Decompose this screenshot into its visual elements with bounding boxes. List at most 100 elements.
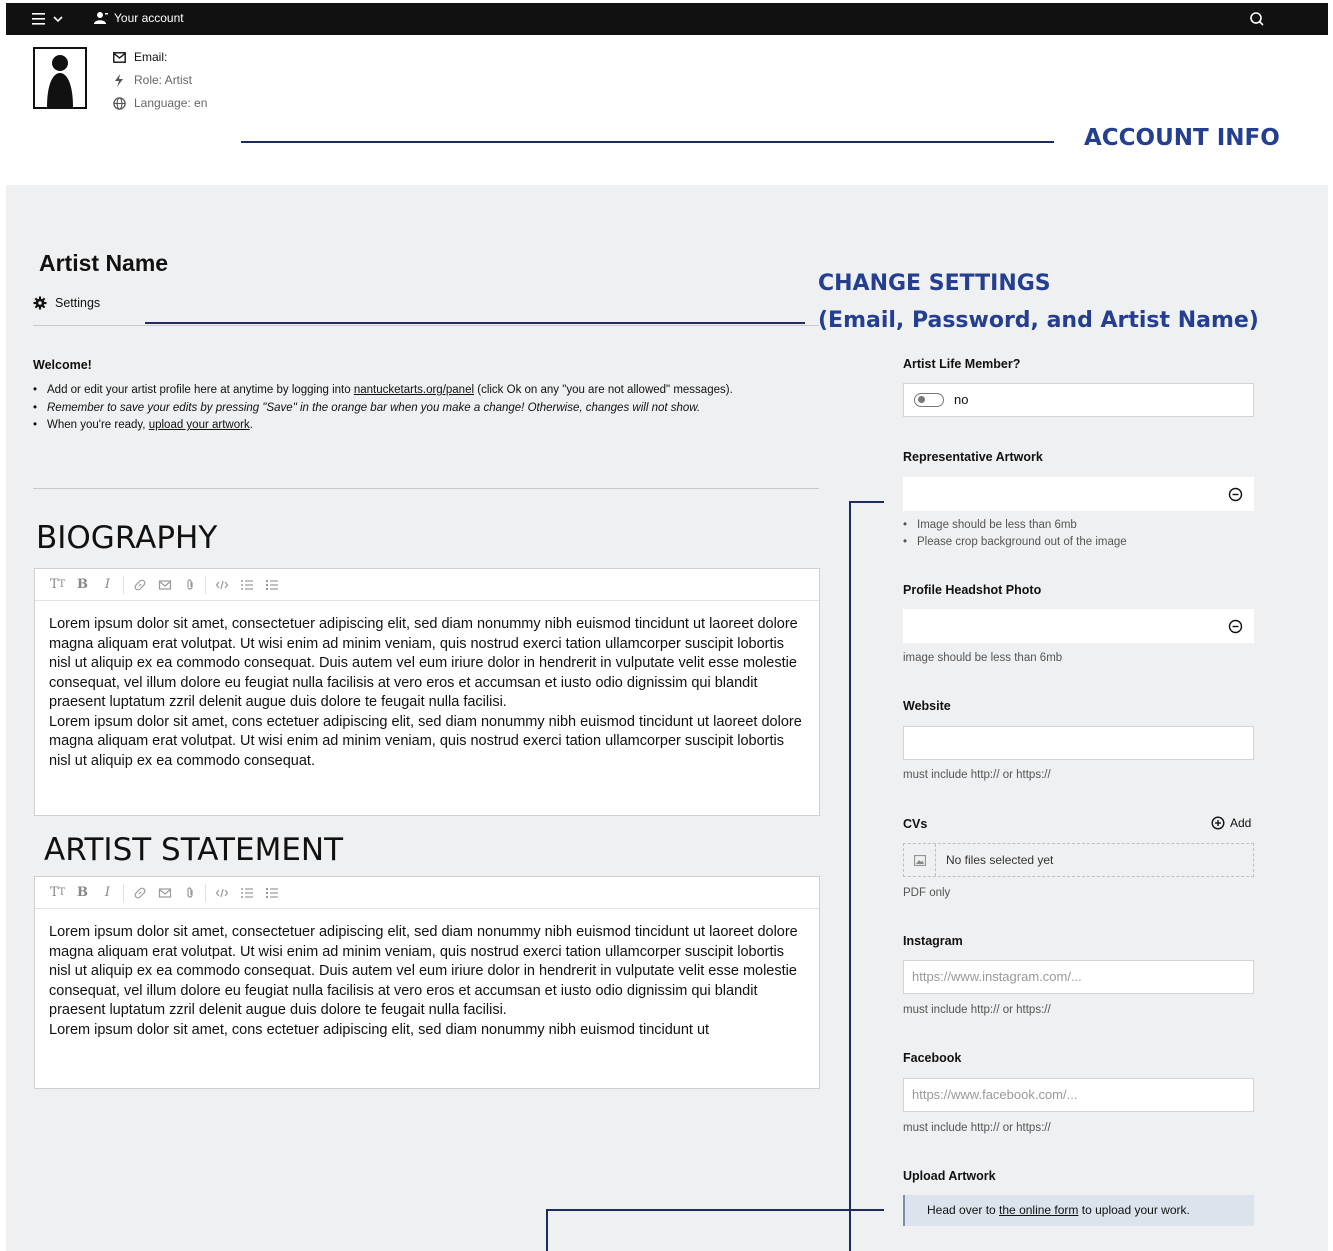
settings-divider: [33, 325, 819, 326]
life-member-label: Artist Life Member?: [903, 357, 1021, 371]
remove-circle-icon[interactable]: [1228, 619, 1243, 634]
cvs-label: CVs: [903, 817, 928, 831]
artist-statement-editor[interactable]: TT B I Lorem ipsum dolor sit amet, conse…: [34, 876, 820, 1089]
account-email-row: Email:: [112, 46, 207, 69]
change-settings-callout-line2: (Email, Password, and Artist Name): [818, 308, 1259, 333]
section-divider: [33, 488, 819, 489]
remove-circle-icon[interactable]: [1228, 487, 1243, 502]
code-icon[interactable]: [209, 882, 234, 904]
artist-name-heading: Artist Name: [39, 250, 169, 276]
italic-icon[interactable]: I: [95, 574, 120, 596]
bold-icon[interactable]: B: [70, 574, 95, 596]
settings-tab-label: Settings: [55, 296, 101, 310]
statement-paragraph: Lorem ipsum dolor sit amet, cons ectetue…: [49, 1021, 710, 1038]
user-icon: [94, 12, 108, 24]
panel-link[interactable]: nantucketarts.org/panel: [354, 384, 474, 396]
headshot-help: image should be less than 6mb: [903, 652, 1063, 664]
rep-artwork-help-item: Please crop background out of the image: [903, 534, 1254, 551]
cvs-help: PDF only: [903, 887, 951, 899]
biography-text[interactable]: Lorem ipsum dolor sit amet, consectetuer…: [35, 601, 819, 785]
instagram-input[interactable]: https://www.instagram.com/...: [903, 960, 1254, 994]
toolbar-separator: [205, 883, 206, 902]
change-settings-rule: [145, 322, 805, 324]
connector-line: [546, 1209, 548, 1251]
top-bar: Your account: [6, 3, 1328, 35]
menu-button[interactable]: [30, 9, 74, 29]
hamburger-icon: [32, 13, 63, 25]
welcome-item: Remember to save your edits by pressing …: [33, 400, 733, 418]
facebook-input[interactable]: https://www.facebook.com/...: [903, 1078, 1254, 1112]
welcome-text: (click Ok on any "you are not allowed" m…: [474, 384, 733, 396]
upload-text: Head over to: [927, 1203, 1000, 1217]
cvs-dropzone[interactable]: No files selected yet: [903, 843, 1254, 877]
life-member-toggle-field[interactable]: no: [903, 383, 1254, 417]
account-role-row: Role: Artist: [112, 69, 207, 92]
email-icon[interactable]: [152, 574, 177, 596]
biography-paragraph: Lorem ipsum dolor sit amet, consectetuer…: [49, 616, 798, 710]
account-info-rule: [241, 141, 1054, 143]
italic-icon[interactable]: I: [95, 882, 120, 904]
your-account-link[interactable]: Your account: [94, 11, 184, 25]
attachment-icon[interactable]: [177, 574, 202, 596]
link-icon[interactable]: [127, 574, 152, 596]
upload-artwork-link[interactable]: upload your artwork: [149, 419, 250, 431]
bullet-list-icon[interactable]: [234, 882, 259, 904]
headshot-field[interactable]: [903, 609, 1254, 643]
toolbar-separator: [123, 575, 124, 594]
envelope-icon: [112, 51, 126, 65]
account-info-callout: ACCOUNT INFO: [1084, 125, 1280, 151]
code-icon[interactable]: [209, 574, 234, 596]
account-role: Role: Artist: [134, 73, 193, 87]
instagram-help: must include http:// or https://: [903, 1004, 1051, 1016]
rep-artwork-field[interactable]: [903, 477, 1254, 511]
welcome-list: Add or edit your artist profile here at …: [33, 382, 733, 435]
instagram-placeholder: https://www.instagram.com/...: [912, 969, 1082, 984]
headshot-label: Profile Headshot Photo: [903, 583, 1042, 597]
biography-paragraph: Lorem ipsum dolor sit amet, cons ectetue…: [49, 713, 802, 769]
numbered-list-icon[interactable]: [259, 882, 284, 904]
artist-statement-toolbar: TT B I: [35, 877, 819, 909]
cvs-add-label: Add: [1230, 816, 1252, 830]
connector-line: [546, 1209, 884, 1211]
online-form-link[interactable]: the online form: [999, 1203, 1078, 1217]
upload-artwork-notice: Head over to the online form to upload y…: [903, 1195, 1254, 1226]
change-settings-callout-line1: CHANGE SETTINGS: [818, 271, 1051, 296]
connector-line: [849, 502, 851, 1251]
search-button[interactable]: [1248, 10, 1266, 28]
welcome-text: Add or edit your artist profile here at …: [47, 384, 354, 396]
email-icon[interactable]: [152, 882, 177, 904]
facebook-label: Facebook: [903, 1051, 962, 1065]
numbered-list-icon[interactable]: [259, 574, 284, 596]
website-input[interactable]: [903, 726, 1254, 760]
add-circle-icon: [1211, 816, 1225, 830]
cvs-empty-text: No files selected yet: [946, 853, 1054, 867]
instagram-label: Instagram: [903, 934, 963, 948]
bullet-list-icon[interactable]: [234, 574, 259, 596]
welcome-text: When you're ready,: [47, 419, 149, 431]
search-icon: [1250, 12, 1264, 26]
toolbar-separator: [205, 575, 206, 594]
attachment-icon[interactable]: [177, 882, 202, 904]
statement-paragraph: Lorem ipsum dolor sit amet, consectetuer…: [49, 924, 798, 1018]
cvs-add-button[interactable]: Add: [1211, 816, 1251, 830]
bold-icon[interactable]: B: [70, 882, 95, 904]
rep-artwork-label: Representative Artwork: [903, 450, 1043, 464]
bolt-icon: [112, 74, 126, 88]
rep-artwork-help: Image should be less than 6mb Please cro…: [903, 517, 1254, 551]
text-size-icon[interactable]: TT: [45, 574, 70, 596]
link-icon[interactable]: [127, 882, 152, 904]
artist-statement-text[interactable]: Lorem ipsum dolor sit amet, consectetuer…: [35, 909, 819, 1054]
settings-tab[interactable]: Settings: [33, 296, 100, 310]
text-size-icon[interactable]: TT: [45, 882, 70, 904]
account-language-row: Language: en: [112, 92, 207, 115]
life-member-toggle[interactable]: [914, 392, 944, 407]
facebook-help: must include http:// or https://: [903, 1122, 1051, 1134]
welcome-item: Add or edit your artist profile here at …: [33, 382, 733, 400]
biography-editor[interactable]: TT B I Lorem ipsum dolor sit amet, conse…: [34, 568, 820, 816]
your-account-label: Your account: [114, 11, 184, 25]
upload-artwork-label: Upload Artwork: [903, 1169, 996, 1183]
person-silhouette-icon: [47, 55, 73, 107]
biography-heading: BIOGRAPHY: [36, 520, 218, 556]
rep-artwork-help-item: Image should be less than 6mb: [903, 517, 1254, 534]
welcome-section: Welcome! Add or edit your artist profile…: [33, 358, 733, 435]
